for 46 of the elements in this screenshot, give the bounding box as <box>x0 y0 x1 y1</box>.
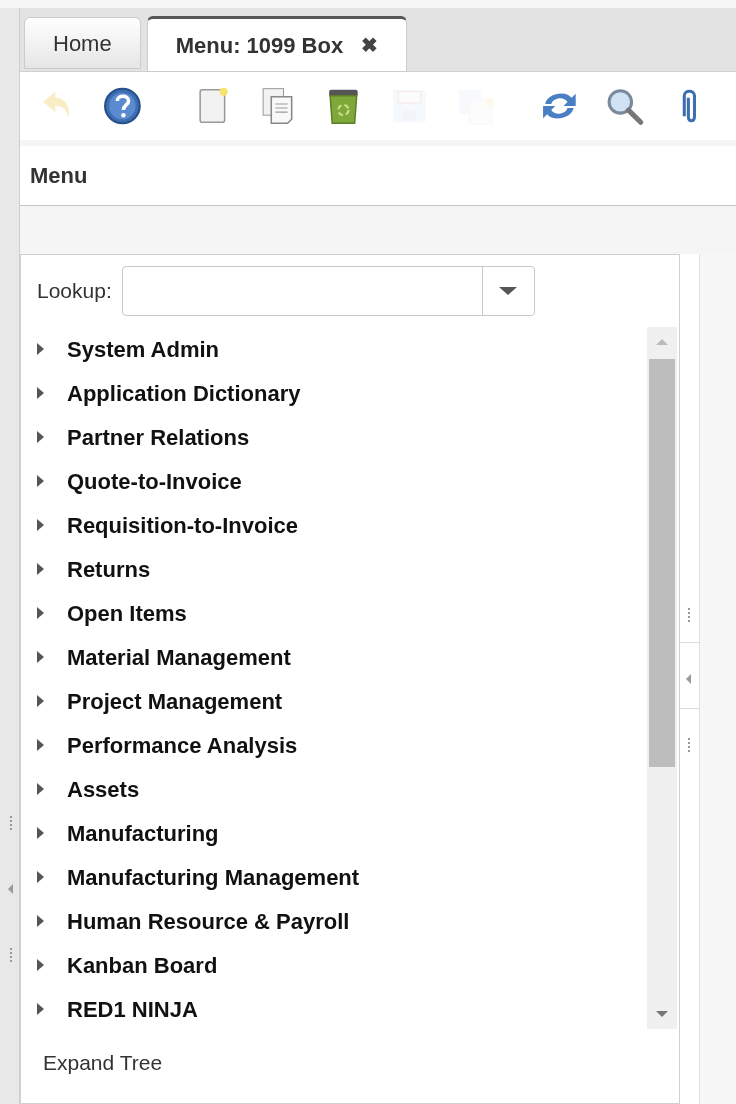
help-icon[interactable] <box>101 85 143 127</box>
menu-tree-item[interactable]: Assets <box>67 772 140 806</box>
menu-tree-item[interactable]: Application Dictionary <box>67 376 301 410</box>
menu-tree-item[interactable]: Returns <box>67 552 151 586</box>
expand-arrow-icon[interactable] <box>37 387 44 399</box>
expand-tree-checkbox[interactable]: Expand Tree <box>43 1047 163 1079</box>
expand-arrow-icon[interactable] <box>37 871 44 883</box>
menu-tree-item[interactable]: Partner Relations <box>67 420 250 454</box>
menu-tree-item[interactable]: RED1 NINJA <box>67 992 198 1026</box>
menu-tree-item[interactable]: System Admin <box>67 332 219 366</box>
expand-arrow-icon[interactable] <box>37 563 44 575</box>
lookup-label: Lookup: <box>37 278 112 305</box>
panel-title: Menu <box>30 162 88 190</box>
splitter-grip-icon[interactable] <box>688 738 691 752</box>
expand-arrow-icon[interactable] <box>37 431 44 443</box>
expand-arrow-icon[interactable] <box>37 959 44 971</box>
expand-arrow-icon[interactable] <box>37 1003 44 1015</box>
splitter-grip-icon[interactable] <box>10 948 13 962</box>
menu-tree-item[interactable]: Open Items <box>67 596 187 630</box>
splitter-grip-icon[interactable] <box>10 816 13 830</box>
menu-tree-item[interactable]: Material Management <box>67 640 291 674</box>
collapse-arrow-icon[interactable] <box>686 674 691 684</box>
expand-arrow-icon[interactable] <box>37 695 44 707</box>
expand-arrow-icon[interactable] <box>37 475 44 487</box>
menu-tree-item[interactable]: Quote-to-Invoice <box>67 464 242 498</box>
expand-arrow-icon[interactable] <box>37 827 44 839</box>
menu-tree-item[interactable]: Kanban Board <box>67 948 218 982</box>
expand-arrow-icon[interactable] <box>37 343 44 355</box>
expand-arrow-icon[interactable] <box>37 607 44 619</box>
expand-arrow-icon[interactable] <box>37 519 44 531</box>
menu-tree-item[interactable]: Manufacturing Management <box>67 860 360 894</box>
splitter-grip-icon[interactable] <box>688 608 691 622</box>
expand-arrow-icon[interactable] <box>37 915 44 927</box>
tab[interactable]: Home <box>24 17 141 69</box>
menu-tree-item[interactable]: Requisition-to-Invoice <box>67 508 298 542</box>
expand-arrow-icon[interactable] <box>37 739 44 751</box>
menu-tree-item[interactable]: Human Resource & Payroll <box>67 904 350 938</box>
dropdown-caret-icon <box>499 287 518 295</box>
menu-tree-item[interactable]: Manufacturing <box>67 816 219 850</box>
menu-tree-item[interactable]: Performance Analysis <box>67 728 298 762</box>
scrollbar[interactable] <box>647 327 677 1029</box>
tab[interactable]: Menu: 1099 Box ✖ <box>146 16 408 72</box>
expand-arrow-icon[interactable] <box>37 783 44 795</box>
menu-tree-item[interactable]: Project Management <box>67 684 283 718</box>
expand-arrow-icon[interactable] <box>37 651 44 663</box>
close-button[interactable]: ✖ <box>361 30 379 60</box>
